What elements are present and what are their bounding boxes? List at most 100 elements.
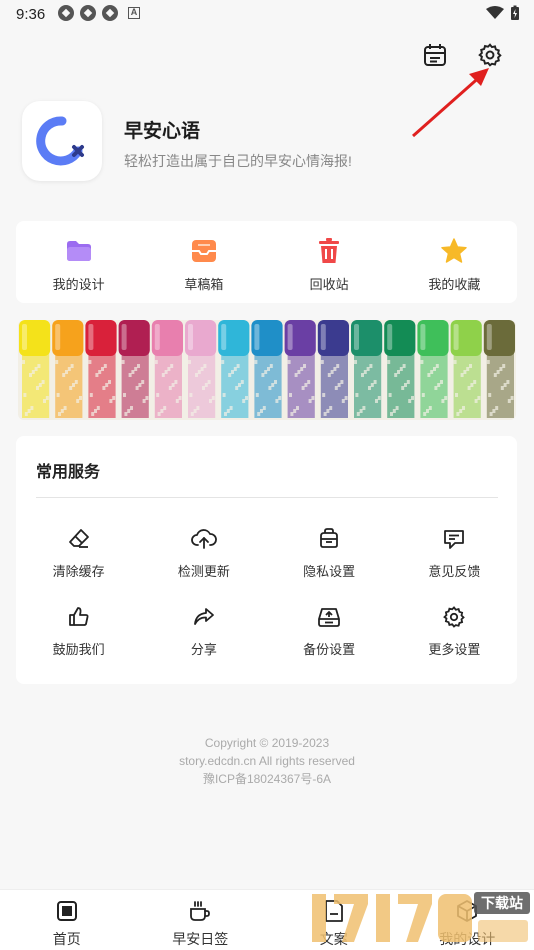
crayon-texture: [55, 360, 59, 364]
app-logo: [22, 101, 102, 181]
crayon-texture: [23, 393, 27, 397]
crayon-streak: [254, 352, 282, 418]
crayon-texture: [453, 360, 457, 364]
crayon-texture: [255, 393, 259, 397]
status-system-icons: [486, 5, 520, 21]
notification-icon: [58, 5, 74, 21]
crayon-texture: [96, 406, 100, 410]
crayon-texture: [427, 373, 431, 377]
crayon-texture: [228, 373, 232, 377]
crayon-texture: [207, 380, 211, 384]
crayon-texture: [236, 364, 240, 368]
crayon-texture: [470, 383, 474, 387]
more-settings-button[interactable]: 更多设置: [392, 604, 517, 658]
privacy-settings-button[interactable]: 隐私设置: [267, 526, 392, 580]
crayon-texture: [245, 396, 248, 400]
crayon-texture: [178, 396, 182, 400]
crayon-texture: [130, 406, 133, 410]
share-icon: [191, 604, 217, 630]
crayon-texture: [337, 383, 341, 387]
box-icon: [455, 899, 479, 923]
divider: [36, 497, 498, 498]
crayon-texture: [168, 386, 172, 390]
crayon-texture: [43, 399, 46, 403]
crayon-texture: [88, 360, 92, 364]
crayon-texture: [164, 370, 168, 374]
nav-home[interactable]: 首页: [0, 890, 134, 950]
crayon-texture: [456, 412, 460, 416]
crayon-streak: [22, 352, 50, 418]
crayon-texture: [392, 409, 396, 413]
share-button[interactable]: 分享: [141, 604, 266, 658]
crayon-texture: [31, 370, 35, 374]
check-update-button[interactable]: 检测更新: [141, 526, 266, 580]
wifi-icon: [486, 6, 504, 19]
crayon-texture: [322, 393, 326, 397]
service-label: 备份设置: [303, 642, 356, 657]
crayon-highlight: [221, 324, 227, 350]
crayon-texture: [195, 373, 198, 377]
crayon-texture: [108, 380, 111, 384]
crayon-streak: [486, 352, 514, 418]
feedback-button[interactable]: 意见反馈: [392, 526, 517, 580]
recycle-bin-button[interactable]: 回收站: [267, 221, 392, 303]
crayon-texture: [24, 412, 28, 416]
service-label: 分享: [190, 642, 217, 657]
crayon-texture: [235, 386, 239, 390]
crayon-texture: [474, 399, 478, 403]
crayon-banner-image[interactable]: [18, 320, 516, 420]
quick-action-label: 回收站: [309, 277, 349, 292]
crayon-texture: [469, 364, 472, 368]
crayon-texture: [36, 386, 39, 390]
crayon-texture: [500, 386, 504, 390]
crayon-texture: [37, 364, 41, 368]
crayon-texture: [327, 373, 331, 377]
crayon-texture: [362, 406, 366, 410]
crayon-texture: [262, 406, 266, 410]
crayon-streak: [453, 352, 481, 418]
backup-settings-button[interactable]: 备份设置: [267, 604, 392, 658]
crayon-texture: [112, 396, 116, 400]
clear-cache-button[interactable]: 清除缓存: [16, 526, 141, 580]
crayon-texture: [294, 373, 298, 377]
crayon-illustration: [19, 320, 515, 418]
trash-icon: [315, 237, 343, 265]
crayon-texture: [105, 383, 109, 387]
crayon-texture: [296, 406, 299, 410]
crayon-texture: [190, 412, 194, 416]
services-title: 常用服务: [36, 464, 101, 481]
crayon-texture: [278, 396, 282, 400]
crayon-texture: [163, 406, 167, 410]
status-bar: 9:36 A: [0, 0, 534, 28]
favorites-button[interactable]: 我的收藏: [392, 221, 517, 303]
nav-my-designs[interactable]: 我的设计: [401, 890, 534, 950]
crayon-highlight: [453, 324, 459, 350]
crayon-texture: [74, 380, 78, 384]
crayon-texture: [375, 399, 378, 403]
crayon-texture: [261, 373, 265, 377]
home-icon: [55, 899, 79, 923]
crayon-texture: [202, 386, 205, 390]
crayon-texture: [238, 383, 241, 387]
crayon-streak: [55, 352, 83, 418]
drafts-button[interactable]: 草稿箱: [141, 221, 266, 303]
nav-copywriting[interactable]: 文案: [267, 890, 401, 950]
crayon-streak: [154, 352, 182, 418]
nav-label: 早安日签: [172, 931, 229, 947]
encourage-us-button[interactable]: 鼓励我们: [16, 604, 141, 658]
crayon-texture: [377, 396, 381, 400]
crayon-texture: [320, 360, 324, 364]
crayon-texture: [76, 399, 80, 403]
nav-label: 文案: [319, 931, 348, 947]
crayon-texture: [297, 370, 301, 374]
service-label: 更多设置: [428, 642, 481, 657]
nav-morning-sign[interactable]: 早安日签: [134, 890, 268, 950]
service-label: 隐私设置: [303, 564, 356, 579]
crayon-texture: [440, 380, 443, 384]
status-notification-icons: A: [58, 5, 140, 21]
crayon-texture: [224, 412, 227, 416]
crayon-texture: [157, 412, 161, 416]
crayon-texture: [329, 406, 333, 410]
crayon-texture: [200, 367, 204, 371]
my-designs-button[interactable]: 我的设计: [16, 221, 141, 303]
